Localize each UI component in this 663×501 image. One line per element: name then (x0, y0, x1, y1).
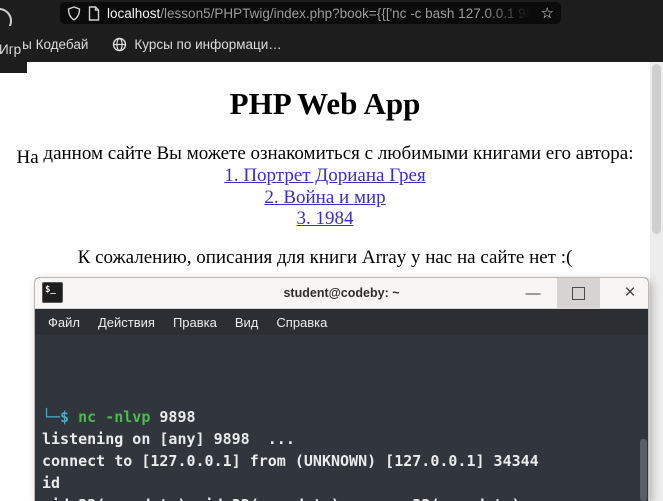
terminal-text-plain: uid=33(www-data) gid=33(www-data) groups… (42, 496, 521, 501)
bookmarks-bar: Игр ы Кодебай Курсы по информаци… (0, 26, 663, 62)
terminal-line: id (42, 472, 648, 494)
terminal-output[interactable]: └─$ nc -nlvp 9898 listening on [any] 9898… (35, 335, 648, 501)
intro-rest: данном сайте Вы можете ознакомиться с лю… (38, 143, 634, 164)
bookmark-star-icon[interactable]: ☆ (541, 6, 554, 21)
terminal-line: connect to [127.0.0.1] from (UNKNOWN) [1… (42, 450, 648, 472)
url-text: localhost/lesson5/PHPTwig/index.php?book… (107, 6, 535, 21)
browser-toolbar: localhost/lesson5/PHPTwig/index.php?book… (0, 0, 663, 34)
terminal-window: $_ student@codeby: ~ — × Файл Действия Пра… (35, 278, 648, 501)
menu-item-справка[interactable]: Справка (276, 315, 327, 330)
terminal-text-cmd: nc -nlvp (78, 408, 151, 426)
book-link[interactable]: 3. 1984 (0, 208, 650, 230)
address-bar[interactable]: localhost/lesson5/PHPTwig/index.php?book… (60, 2, 561, 24)
intro-first-word: На (16, 147, 39, 168)
terminal-scrollbar-thumb[interactable] (640, 439, 647, 501)
terminal-menubar: Файл Действия Правка Вид Справка (35, 309, 648, 335)
terminal-text-plain: 9898 (150, 408, 196, 426)
bookmark-label-part1: Игр (0, 41, 22, 57)
terminal-text-plain: id (42, 474, 61, 492)
bookmark-label-part2: ы Кодебай (22, 36, 89, 52)
page-title: PHP Web App (229, 86, 421, 121)
book-link[interactable]: 1. Портрет Дориана Грея (0, 165, 650, 187)
close-button[interactable]: × (612, 278, 648, 308)
menu-item-правка[interactable]: Правка (173, 315, 217, 330)
notice-text: К сожалению, описания для книги Array у … (77, 246, 573, 268)
book-links: 1. Портрет Дориана Грея 2. Война и мир 3. … (0, 165, 650, 230)
url-host: localhost (107, 5, 161, 21)
terminal-line: listening on [any] 9898 ... (42, 428, 648, 450)
page-scrollbar[interactable] (650, 62, 663, 501)
book-link[interactable]: 2. Война и мир (0, 187, 650, 209)
menu-item-действия[interactable]: Действия (98, 315, 155, 330)
terminal-text-prompt: └─$ (42, 408, 79, 426)
terminal-text-plain: listening on [any] 9898 ... (42, 430, 295, 448)
page-icon (88, 5, 100, 21)
shield-icon (67, 5, 81, 21)
maximize-icon (572, 286, 585, 300)
terminal-titlebar[interactable]: $_ student@codeby: ~ — × (35, 278, 648, 309)
maximize-button[interactable] (557, 278, 600, 308)
minimize-button[interactable]: — (518, 278, 548, 308)
bookmark-item-courses[interactable]: Курсы по информаци… (134, 37, 281, 52)
url-path: /lesson5/PHPTwig/index.php?book={{['nc -… (160, 5, 534, 21)
bookmark-item-games[interactable]: Игр ы Кодебай (0, 36, 89, 57)
page-content: PHP Web App На данном сайте Вы можете оз… (0, 62, 650, 269)
menu-item-вид[interactable]: Вид (235, 315, 259, 330)
page-scrollbar-thumb[interactable] (652, 64, 661, 234)
terminal-text-plain: connect to [127.0.0.1] from (UNKNOWN) [1… (42, 452, 539, 470)
intro-text: На данном сайте Вы можете ознакомиться с… (0, 143, 650, 168)
globe-icon (113, 37, 127, 51)
terminal-line: └─$ nc -nlvp 9898 (42, 406, 648, 428)
menu-item-файл[interactable]: Файл (48, 315, 80, 330)
terminal-line: uid=33(www-data) gid=33(www-data) groups… (42, 494, 648, 501)
